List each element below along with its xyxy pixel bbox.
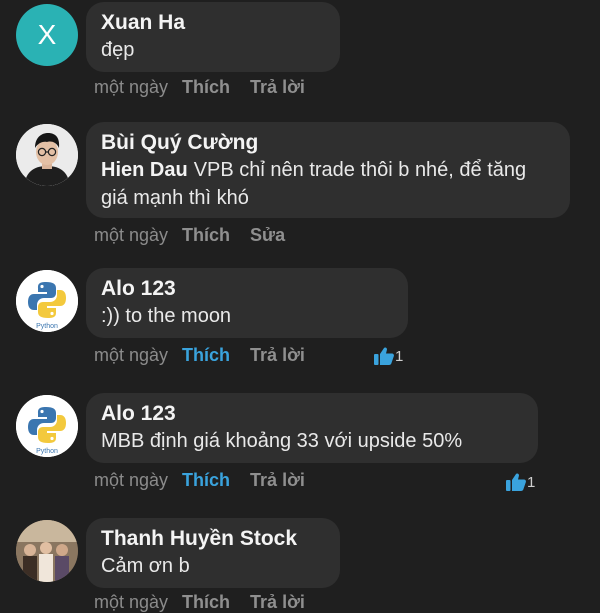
comment-actions: một ngày Thích Trả lời (94, 77, 305, 98)
comment-bubble: Xuan Ha đẹp (86, 2, 340, 72)
comment-author[interactable]: Bùi Quý Cường (101, 130, 554, 156)
comment-time[interactable]: một ngày (94, 225, 168, 245)
edit-button[interactable]: Sửa (250, 225, 285, 245)
reply-button[interactable]: Trả lời (250, 77, 305, 97)
person-photo-icon (16, 124, 78, 186)
reply-button[interactable]: Trả lời (250, 592, 305, 612)
like-button[interactable]: Thích (182, 345, 230, 365)
avatar[interactable]: Python (16, 270, 78, 332)
reply-button[interactable]: Trả lời (250, 470, 305, 490)
reaction-summary[interactable]: 1 (373, 346, 403, 366)
comment-text: :)) to the moon (101, 305, 232, 327)
avatar[interactable]: X (16, 4, 78, 66)
comment-time[interactable]: một ngày (94, 345, 168, 365)
avatar-letter: X (37, 19, 57, 50)
comment-actions: một ngày Thích Trả lời (94, 470, 305, 491)
reaction-summary[interactable]: 1 (505, 472, 535, 492)
comment-actions: một ngày Thích Sửa (94, 225, 285, 246)
like-button[interactable]: Thích (182, 77, 230, 97)
avatar-label: Python (36, 323, 58, 330)
comment-text: Hien Dau VPB chỉ nên trade thôi b nhé, để… (101, 156, 554, 212)
comment-time[interactable]: một ngày (94, 470, 168, 490)
comment-bubble: Alo 123 MBB định giá khoảng 33 với upsid… (86, 393, 538, 463)
python-logo-icon: Python (16, 270, 78, 332)
comment-bubble: Alo 123 :)) to the moon (86, 268, 408, 338)
avatar[interactable]: Python (16, 395, 78, 457)
comment-actions: một ngày Thích Trả lời (94, 345, 305, 366)
group-photo-icon (16, 520, 78, 582)
reply-button[interactable]: Trả lời (250, 345, 305, 365)
thumbs-up-icon (506, 473, 526, 491)
comment-time[interactable]: một ngày (94, 592, 168, 612)
like-button[interactable]: Thích (182, 592, 230, 612)
comment-bubble: Bùi Quý Cường Hien Dau VPB chỉ nên trade … (86, 122, 570, 218)
like-button[interactable]: Thích (182, 470, 230, 490)
comment-actions: một ngày Thích Trả lời (94, 592, 305, 613)
comment-author[interactable]: Xuan Ha (101, 10, 324, 36)
reaction-count: 1 (395, 347, 404, 365)
mention-link[interactable]: Hien Dau (101, 159, 188, 181)
like-button[interactable]: Thích (182, 225, 230, 245)
comment-bubble: Thanh Huyền Stock Cảm ơn b (86, 518, 340, 588)
comment-time[interactable]: một ngày (94, 77, 168, 97)
comment-text: MBB định giá khoảng 33 với upside 50% (101, 430, 463, 452)
comment-author[interactable]: Alo 123 (101, 401, 522, 427)
python-logo-icon: Python (16, 395, 78, 457)
avatar[interactable] (16, 124, 78, 186)
comment-author[interactable]: Alo 123 (101, 276, 392, 302)
thumbs-up-icon (374, 347, 394, 365)
comment-author[interactable]: Thanh Huyền Stock (101, 526, 324, 552)
comment-text: đẹp (101, 39, 135, 61)
avatar-label: Python (36, 448, 58, 455)
comment-text: Cảm ơn b (101, 555, 190, 577)
reaction-count: 1 (527, 473, 536, 491)
avatar[interactable] (16, 520, 78, 582)
